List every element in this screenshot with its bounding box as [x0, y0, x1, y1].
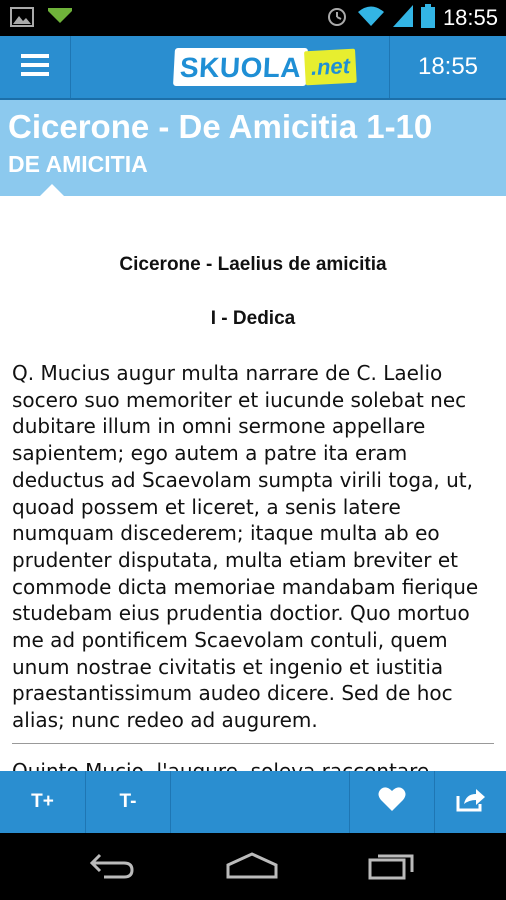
section-heading: I - Dedica — [210, 308, 296, 329]
text-line: praestantissimum audeo dicere. Sed de ho… — [12, 681, 453, 706]
app-bar: SKUOLA .net 18:55 — [0, 36, 506, 100]
system-nav-bar — [0, 833, 506, 900]
translation-paragraph: Quinto Mucio, l'augure, soleva raccontar… — [12, 759, 430, 771]
text-line: socero suo memoriter et iucunde solebat … — [12, 387, 467, 412]
increase-text-button[interactable]: T+ — [0, 771, 85, 833]
back-icon — [88, 851, 136, 883]
app-clock: 18:55 — [389, 36, 506, 98]
heart-icon — [378, 786, 406, 818]
divider — [12, 743, 494, 744]
text-line: studebam eius prudentia doctior. Quo mor… — [12, 601, 470, 626]
text-line: commode dicta memoriae mandabam fierique — [12, 574, 479, 599]
menu-button[interactable] — [0, 36, 71, 98]
title-band: Cicerone - De Amicitia 1-10 DE AMICITIA — [0, 100, 506, 196]
text-line: Q. Mucius augur multa narrare de C. Lael… — [12, 361, 443, 385]
home-icon — [225, 851, 279, 883]
page-subtitle: DE AMICITIA — [8, 151, 148, 177]
article-heading: Cicerone - Laelius de amicitia — [119, 254, 387, 275]
latin-paragraph: Q. Mucius augur multa narrare de C. Lael… — [12, 360, 496, 734]
logo-text: SKUOLA — [173, 48, 309, 86]
alarm-icon — [325, 4, 349, 32]
text-line: numquam discederem; itaque multa ab eo — [12, 521, 440, 546]
home-button[interactable] — [222, 847, 282, 887]
text-line: alias; nunc redeo ad augurem. — [12, 708, 318, 733]
text-line: deductus ad Scaevolam sumpta virili toga… — [12, 467, 473, 492]
wifi-icon — [357, 5, 385, 31]
decrease-text-button[interactable]: T- — [86, 771, 170, 833]
status-time: 18:55 — [442, 5, 498, 30]
text-line: me ad pontificem Scaevolam contuli, quem — [12, 628, 448, 653]
text-line: dubitare illum in omni sermone appellare — [12, 414, 426, 439]
favorite-button[interactable] — [350, 771, 434, 833]
bottom-toolbar: T+ T- — [0, 771, 506, 833]
logo-suffix: .net — [304, 48, 358, 86]
text-line: unum nostrae civitatis et ingenio et ius… — [12, 654, 444, 679]
logo[interactable]: SKUOLA .net — [173, 44, 358, 86]
article-content[interactable]: Cicerone - Laelius de amicitia I - Dedic… — [0, 196, 506, 771]
download-icon — [46, 7, 74, 31]
status-bar: 18:55 — [0, 0, 506, 36]
share-icon — [456, 786, 486, 818]
back-button[interactable] — [82, 847, 142, 887]
battery-icon — [420, 4, 435, 32]
signal-icon — [392, 5, 413, 31]
toolbar-divider — [170, 771, 171, 833]
text-line: quoad possem et liceret, a senis latere — [12, 494, 401, 519]
pointer-notch — [40, 184, 64, 196]
image-icon — [10, 7, 34, 31]
recent-apps-button[interactable] — [362, 847, 422, 887]
text-line: sapientem; ego autem a patre ita eram — [12, 441, 408, 466]
text-line: prudenter disputata, multa etiam brevite… — [12, 547, 458, 572]
share-button[interactable] — [435, 771, 506, 833]
recent-apps-icon — [367, 850, 417, 884]
hamburger-icon — [21, 53, 49, 81]
page-title: Cicerone - De Amicitia 1-10 — [8, 108, 433, 145]
